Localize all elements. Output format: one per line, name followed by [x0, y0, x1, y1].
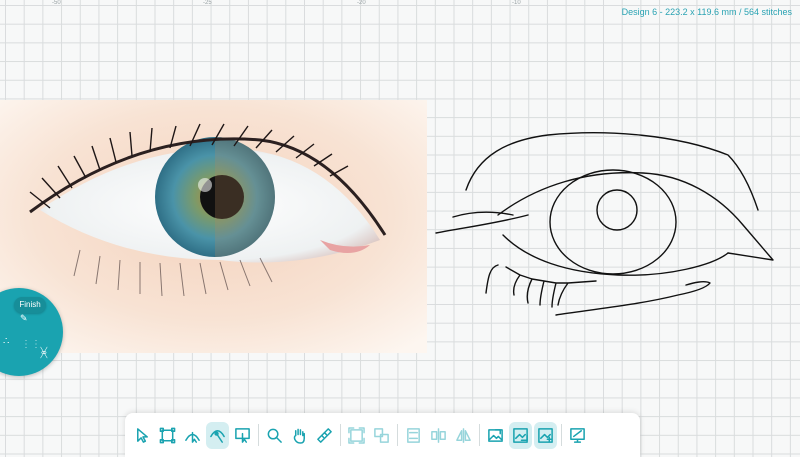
traced-eye-drawing[interactable]	[428, 115, 800, 330]
image-crop-icon[interactable]	[231, 422, 254, 449]
ruler-icon[interactable]	[313, 422, 336, 449]
background-image[interactable]	[0, 100, 427, 353]
ruler-label: -10	[512, 0, 521, 6]
trace-image-alt-icon[interactable]	[534, 421, 557, 449]
bottom-toolbar	[125, 413, 640, 457]
zoom-icon[interactable]	[263, 422, 286, 449]
pupil-outline	[596, 189, 638, 231]
image-icon[interactable]	[484, 422, 507, 449]
iris-outline	[549, 169, 677, 275]
node-edit-icon[interactable]	[206, 421, 229, 449]
cheek-line	[555, 281, 711, 316]
toolbar-separator	[258, 424, 259, 446]
align-icon[interactable]	[370, 422, 393, 449]
share-icon[interactable]: ∴	[3, 337, 9, 347]
lasso-icon[interactable]: ᚸ	[40, 346, 48, 359]
pan-hand-icon[interactable]	[288, 422, 311, 449]
lower-lid-line	[502, 234, 729, 276]
ruler-label: -25	[203, 0, 212, 6]
toolbar-separator	[397, 424, 398, 446]
design-info: Design 6 - 223.2 x 119.6 mm / 564 stitch…	[621, 7, 792, 17]
mirror-icon[interactable]	[452, 422, 475, 449]
node-select-icon[interactable]	[181, 422, 204, 449]
lid-fold-line	[435, 214, 529, 234]
finish-button[interactable]: Finish	[14, 297, 46, 313]
lash-flick	[452, 211, 514, 218]
ruler-label: -50	[52, 0, 61, 6]
fit-frame-icon[interactable]	[345, 422, 368, 449]
ruler-label: -20	[357, 0, 366, 6]
preview-icon[interactable]	[566, 422, 589, 449]
grid-icon[interactable]: ⋮⋮	[21, 340, 41, 350]
distribute-icon[interactable]	[427, 422, 450, 449]
select-arrow-icon[interactable]	[131, 422, 154, 449]
pencil-icon[interactable]: ✎	[20, 313, 28, 323]
trace-image-icon[interactable]	[509, 421, 532, 449]
bounding-box-icon[interactable]	[156, 422, 179, 449]
eye-photo	[0, 100, 427, 353]
toolbar-separator	[561, 424, 562, 446]
toolbar-separator	[479, 424, 480, 446]
stack-icon[interactable]	[402, 422, 425, 449]
toolbar-separator	[340, 424, 341, 446]
